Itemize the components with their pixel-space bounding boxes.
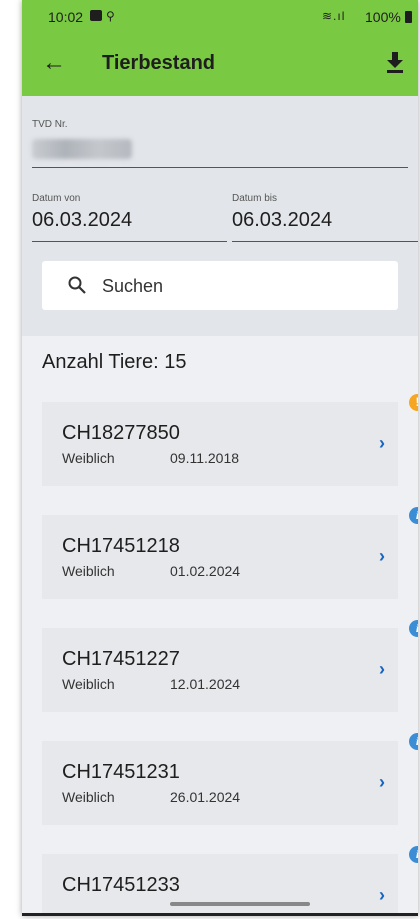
animal-date: 26.01.2024 xyxy=(170,789,241,805)
info-badge-icon[interactable]: i xyxy=(409,507,418,524)
gallery-notification-icon xyxy=(90,10,102,21)
info-badge-icon[interactable]: i xyxy=(409,620,418,637)
battery-level: 100% xyxy=(365,9,401,25)
chevron-right-icon: › xyxy=(379,772,385,792)
back-arrow-icon[interactable]: ← xyxy=(42,51,66,75)
key-notification-icon: ⚲ xyxy=(106,9,115,23)
animal-list-item[interactable]: CH18277850 Weiblich 09.11.2018 › xyxy=(42,402,398,486)
date-to-label: Datum bis xyxy=(232,193,278,204)
signal-icon: ≋.ıl xyxy=(322,9,346,23)
animal-id: CH18277850 xyxy=(62,422,180,444)
animal-sex: Weiblich xyxy=(62,676,115,692)
search-icon xyxy=(68,276,86,294)
animal-sex: Weiblich xyxy=(62,450,115,466)
chevron-right-icon: › xyxy=(379,433,385,453)
animal-list-item[interactable]: CH17451218 Weiblich 01.02.2024 › xyxy=(42,515,398,599)
tvd-number-field-redacted[interactable] xyxy=(32,139,132,159)
search-placeholder: Suchen xyxy=(102,276,164,296)
app-bar: 10:02 ⚲ ≋.ıl 100% ← Tierbestand xyxy=(22,0,418,96)
battery-icon xyxy=(405,11,412,23)
animal-sex: Weiblich xyxy=(62,563,115,579)
tvd-underline xyxy=(32,167,408,168)
download-icon[interactable] xyxy=(386,51,404,73)
chevron-right-icon: › xyxy=(379,659,385,679)
animal-sex: Weiblich xyxy=(62,789,115,805)
animal-list-item[interactable]: CH17451227 Weiblich 12.01.2024 › xyxy=(42,628,398,712)
info-badge-icon[interactable]: i xyxy=(409,733,418,750)
animal-list-item[interactable]: CH17451231 Weiblich 26.01.2024 › xyxy=(42,741,398,825)
animal-date: 12.01.2024 xyxy=(170,676,241,692)
phone-screen: 10:02 ⚲ ≋.ıl 100% ← Tierbestand TVD Nr. … xyxy=(22,0,418,916)
date-to-field[interactable]: 06.03.2024 xyxy=(232,209,332,232)
info-badge-icon[interactable]: i xyxy=(409,846,418,863)
animal-date: 01.02.2024 xyxy=(170,563,241,579)
status-bar: 10:02 ⚲ ≋.ıl 100% xyxy=(22,0,418,34)
animal-id: CH17451218 xyxy=(62,535,180,557)
date-to-underline xyxy=(232,241,418,242)
chevron-right-icon: › xyxy=(379,885,385,905)
animal-id: CH17451233 xyxy=(62,874,180,896)
animal-list-item[interactable]: CH17451233 › xyxy=(42,854,398,913)
date-from-field[interactable]: 06.03.2024 xyxy=(32,209,132,232)
status-time: 10:02 xyxy=(48,9,84,25)
date-from-underline xyxy=(32,241,227,242)
animal-count: Anzahl Tiere: 15 xyxy=(42,351,187,373)
warning-badge-icon[interactable]: ! xyxy=(409,394,418,411)
animal-id: CH17451231 xyxy=(62,761,180,783)
home-indicator xyxy=(170,902,310,906)
chevron-right-icon: › xyxy=(379,546,385,566)
tvd-label: TVD Nr. xyxy=(32,119,68,130)
animal-date: 09.11.2018 xyxy=(170,450,240,466)
search-input[interactable]: Suchen xyxy=(42,261,398,310)
animal-id: CH17451227 xyxy=(62,648,180,670)
page-title: Tierbestand xyxy=(102,52,215,74)
date-from-label: Datum von xyxy=(32,193,81,204)
